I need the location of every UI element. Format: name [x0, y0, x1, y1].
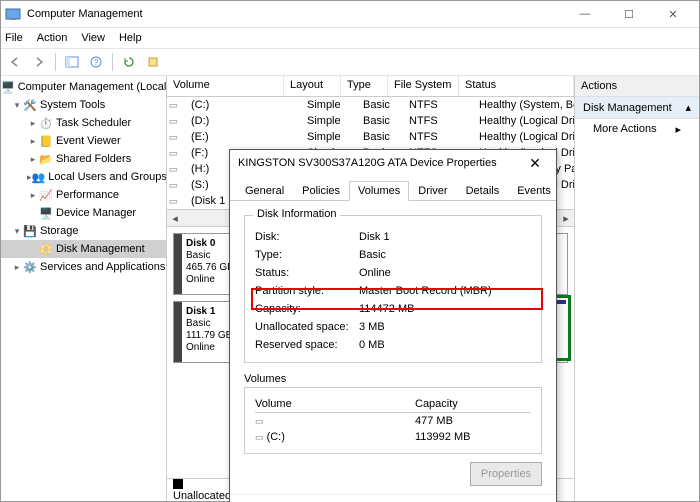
users-icon: 👥	[32, 170, 46, 184]
swatch-unallocated	[173, 479, 183, 489]
volume-list-header: Volume Layout Type File System Status	[167, 76, 574, 97]
tab-policies[interactable]: Policies	[293, 181, 349, 201]
window-title: Computer Management	[27, 8, 563, 20]
tab-events[interactable]: Events	[508, 181, 560, 201]
services-icon: ⚙️	[23, 260, 37, 274]
volume-row[interactable]: ▭(D:)SimpleBasicNTFSHealthy (Logical Dri…	[167, 113, 574, 129]
info-row: Capacity:114472 MB	[255, 300, 531, 318]
disk-label: Disk 1	[186, 306, 232, 318]
tree-disk-management[interactable]: Disk Management	[56, 243, 145, 255]
help-icon[interactable]: ?	[86, 52, 106, 72]
app-icon	[5, 6, 21, 22]
drive-icon: ▭	[169, 132, 183, 143]
drive-icon: ▭	[169, 196, 183, 207]
col-volume[interactable]: Volume	[255, 398, 415, 410]
drive-icon: ▭	[169, 116, 183, 127]
drive-icon: ▭	[169, 164, 183, 175]
computer-management-window: Computer Management — ☐ ✕ File Action Vi…	[0, 0, 700, 502]
tab-driver[interactable]: Driver	[409, 181, 456, 201]
tab-general[interactable]: General	[236, 181, 293, 201]
tree-local-users[interactable]: Local Users and Groups	[48, 171, 167, 183]
expand-icon[interactable]: ▾	[11, 226, 23, 237]
expand-icon[interactable]: ▾	[11, 100, 23, 111]
drive-icon: ▭	[169, 148, 183, 159]
drive-icon: ▭	[169, 180, 183, 191]
info-row: Type:Basic	[255, 246, 531, 264]
dialog-tabs: GeneralPoliciesVolumesDriverDetailsEvent…	[230, 180, 556, 201]
col-capacity[interactable]: Capacity	[415, 398, 458, 410]
tree-event-viewer[interactable]: Event Viewer	[56, 135, 121, 147]
actions-more[interactable]: More Actions▸	[575, 119, 699, 139]
tree-shared-folders[interactable]: Shared Folders	[56, 153, 131, 165]
col-volume[interactable]: Volume	[167, 76, 284, 96]
tree-root[interactable]: Computer Management (Local	[18, 81, 167, 93]
volume-row[interactable]: ▭(C:)SimpleBasicNTFSHealthy (System, Boo…	[167, 97, 574, 113]
dialog-volume-row[interactable]: ▭ 477 MB	[255, 413, 531, 429]
properties-icon[interactable]	[143, 52, 163, 72]
menu-action[interactable]: Action	[37, 32, 68, 44]
expand-icon[interactable]: ▸	[11, 262, 23, 273]
chevron-right-icon: ▸	[675, 123, 681, 136]
expand-icon[interactable]: ▸	[27, 154, 39, 165]
back-button[interactable]	[5, 52, 25, 72]
properties-button: Properties	[470, 462, 542, 486]
info-row: Status:Online	[255, 264, 531, 282]
view-icon[interactable]	[62, 52, 82, 72]
group-label: Disk Information	[253, 208, 340, 220]
info-row: Disk:Disk 1	[255, 228, 531, 246]
drive-icon: ▭	[169, 100, 183, 111]
storage-icon: 💾	[23, 224, 37, 238]
expand-icon[interactable]: ▸	[27, 190, 39, 201]
device-icon: 🖥️	[39, 206, 53, 220]
expand-icon[interactable]: ▸	[27, 118, 39, 129]
actions-disk-management[interactable]: Disk Management▴	[575, 97, 699, 119]
actions-pane: Actions Disk Management▴ More Actions▸	[574, 76, 699, 501]
close-button[interactable]: ✕	[651, 1, 695, 27]
menu-view[interactable]: View	[81, 32, 105, 44]
tree-services[interactable]: Services and Applications	[40, 261, 165, 273]
col-type[interactable]: Type	[341, 76, 388, 96]
maximize-button[interactable]: ☐	[607, 1, 651, 27]
navigation-tree: 🖥️Computer Management (Local ▾🛠️System T…	[1, 76, 167, 501]
info-row: Unallocated space:3 MB	[255, 318, 531, 336]
perf-icon: 📈	[39, 188, 53, 202]
dialog-title: KINGSTON SV300S37A120G ATA Device Proper…	[238, 157, 522, 169]
disk-label: Disk 0	[186, 238, 234, 250]
refresh-icon[interactable]	[119, 52, 139, 72]
col-filesystem[interactable]: File System	[388, 76, 459, 96]
tree-system-tools[interactable]: System Tools	[40, 99, 105, 111]
info-row: Reserved space:0 MB	[255, 336, 531, 354]
menu-file[interactable]: File	[5, 32, 23, 44]
tree-storage[interactable]: Storage	[40, 225, 79, 237]
svg-text:?: ?	[94, 58, 99, 67]
info-row: Partition style:Master Boot Record (MBR)	[255, 282, 531, 300]
col-layout[interactable]: Layout	[284, 76, 341, 96]
event-icon: 📒	[39, 134, 53, 148]
chevron-up-icon: ▴	[685, 101, 691, 114]
volumes-label: Volumes	[244, 373, 542, 385]
disk-icon: 📀	[39, 242, 53, 256]
menubar: File Action View Help	[1, 28, 699, 48]
volume-row[interactable]: ▭(E:)SimpleBasicNTFSHealthy (Logical Dri…	[167, 129, 574, 145]
clock-icon: ⏱️	[39, 116, 53, 130]
col-status[interactable]: Status	[459, 76, 574, 96]
tree-device-manager[interactable]: Device Manager	[56, 207, 136, 219]
titlebar: Computer Management — ☐ ✕	[1, 1, 699, 28]
tab-details[interactable]: Details	[457, 181, 509, 201]
dialog-close-button[interactable]: ✕	[522, 155, 548, 172]
tab-volumes[interactable]: Volumes	[349, 181, 409, 201]
computer-icon: 🖥️	[1, 80, 15, 94]
forward-button[interactable]	[29, 52, 49, 72]
wrench-icon: 🛠️	[23, 98, 37, 112]
toolbar: ?	[1, 48, 699, 76]
menu-help[interactable]: Help	[119, 32, 142, 44]
folder-icon: 📂	[39, 152, 53, 166]
minimize-button[interactable]: —	[563, 1, 607, 27]
dialog-volume-row[interactable]: ▭ (C:)113992 MB	[255, 429, 531, 445]
tree-performance[interactable]: Performance	[56, 189, 119, 201]
expand-icon[interactable]: ▸	[27, 136, 39, 147]
device-properties-dialog: KINGSTON SV300S37A120G ATA Device Proper…	[229, 149, 557, 502]
actions-header: Actions	[575, 76, 699, 97]
tree-task-scheduler[interactable]: Task Scheduler	[56, 117, 131, 129]
